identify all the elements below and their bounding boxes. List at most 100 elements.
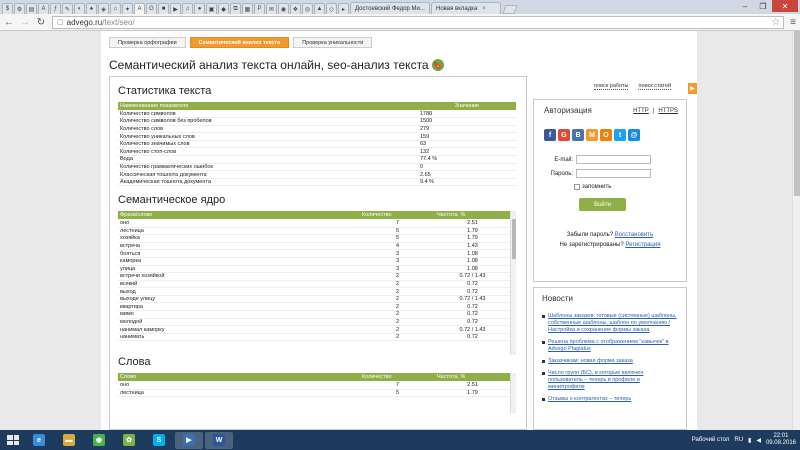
remember-checkbox[interactable] <box>574 184 580 190</box>
pinned-tab[interactable]: A <box>38 3 49 14</box>
maximize-icon[interactable]: ❐ <box>754 0 772 12</box>
network-icon[interactable]: ▮ <box>748 437 751 444</box>
reload-icon[interactable]: ↻ <box>36 17 46 28</box>
pinned-tab[interactable]: ◎ <box>302 3 313 14</box>
phrase-cell: бояться <box>118 249 360 258</box>
pinned-tab[interactable]: ♠ <box>86 3 97 14</box>
pinned-tab[interactable]: P <box>254 3 265 14</box>
window-controls: – ❐ ✕ <box>736 0 798 12</box>
pinned-tab[interactable]: ⧉ <box>230 3 241 14</box>
count-cell: 3 <box>360 249 435 258</box>
volume-icon[interactable]: ◀ <box>756 437 761 444</box>
pinned-tab[interactable]: ◆ <box>218 3 229 14</box>
pinned-tab[interactable]: ▸ <box>338 3 349 14</box>
forward-icon[interactable]: → <box>20 17 30 28</box>
pinned-tab[interactable]: ▲ <box>314 3 325 14</box>
pinned-tab[interactable]: ✎ <box>62 3 73 14</box>
email-field[interactable] <box>576 155 651 164</box>
social-login-icon[interactable]: @ <box>628 129 640 141</box>
pinned-tab[interactable]: G <box>146 3 157 14</box>
stat-value: 1780 <box>418 110 516 119</box>
social-login-icon[interactable]: t <box>614 129 626 141</box>
pinned-tab[interactable]: ▦ <box>242 3 253 14</box>
stat-name: Количество символов <box>118 110 418 119</box>
table-row: Количество стоп-слов 132 <box>118 147 516 157</box>
words-scrollbar[interactable] <box>510 373 516 414</box>
link-job-search[interactable]: поиск работы <box>594 83 629 90</box>
browser-menu-icon[interactable]: ≡ <box>790 17 796 28</box>
phrase-cell: выходе улицу <box>118 295 360 304</box>
pinned-tab[interactable]: ◐ <box>74 3 85 14</box>
social-login-icon[interactable]: f <box>544 129 556 141</box>
link-article-search[interactable]: поиск статей <box>638 83 672 90</box>
pinned-tab[interactable]: ▶ <box>170 3 181 14</box>
close-tab-icon[interactable]: × <box>482 6 486 12</box>
restore-link[interactable]: Восстановить <box>615 232 653 238</box>
pinned-tab[interactable]: ⚙ <box>14 3 25 14</box>
col-header-freq: Частота, % <box>435 373 510 382</box>
news-link[interactable]: Заказчикам: новая форма заказа <box>548 358 633 365</box>
pinned-tab[interactable]: ▤ <box>26 3 37 14</box>
table-row: нанимал каморку 2 0.72 / 1.43 <box>118 325 510 334</box>
https-link[interactable]: HTTPS <box>658 108 678 114</box>
social-login-icon[interactable]: О <box>600 129 612 141</box>
pinned-tab[interactable]: ◉ <box>278 3 289 14</box>
bullet-icon <box>542 315 545 318</box>
pinned-tab[interactable]: ƒ <box>50 3 61 14</box>
login-button[interactable]: Войти <box>579 198 626 211</box>
bookmark-star-icon[interactable]: ☆ <box>771 17 780 28</box>
browser-tab[interactable]: Достоевский Федор Ми...× <box>350 2 430 14</box>
tab-semantic-analysis[interactable]: Семантический анализ текста <box>189 37 290 48</box>
tab-spellcheck[interactable]: Проверка орфографии <box>109 37 186 48</box>
side-arrow-icon[interactable]: ▶ <box>688 83 697 94</box>
page-scrollbar[interactable] <box>792 31 800 430</box>
clock[interactable]: 22:01 09.08.2016 <box>766 433 796 447</box>
desktop-label[interactable]: Рабочий стол <box>692 437 730 443</box>
taskbar-app[interactable]: ◉ <box>85 432 113 449</box>
bookmark-icon[interactable]: 🔖 <box>431 59 444 71</box>
password-field[interactable] <box>576 169 651 178</box>
pinned-tab[interactable]: ❖ <box>290 3 301 14</box>
taskbar-app[interactable]: W <box>205 431 233 449</box>
taskbar-app[interactable]: e <box>25 432 53 449</box>
pinned-tab[interactable]: ⌂ <box>110 3 121 14</box>
stat-value: 2.65 <box>418 170 516 179</box>
address-bar[interactable]: ▢ advego.ru/text/seo/ ☆ <box>52 15 785 29</box>
social-login-icon[interactable]: G <box>558 129 570 141</box>
pinned-tab[interactable]: ♫ <box>182 3 193 14</box>
new-tab-button[interactable] <box>502 5 518 14</box>
phrase-cell: всякий <box>118 280 360 289</box>
count-cell: 2 <box>360 280 435 289</box>
news-link[interactable]: Отзывы о контрагентах – теперь <box>548 396 631 403</box>
taskbar-app[interactable]: ✿ <box>115 432 143 449</box>
http-link[interactable]: HTTP <box>633 108 649 114</box>
pinned-tab[interactable]: A <box>134 3 145 14</box>
start-button[interactable] <box>3 432 23 448</box>
news-link[interactable]: Число групп (БС), в которые включен поль… <box>548 370 678 391</box>
browser-tab[interactable]: Новая вкладка × <box>431 2 501 14</box>
back-icon[interactable]: ← <box>4 17 14 28</box>
close-window-icon[interactable]: ✕ <box>772 0 798 12</box>
pinned-tab[interactable]: ■ <box>158 3 169 14</box>
taskbar-app[interactable]: ▬ <box>55 432 83 449</box>
news-link[interactable]: Шаблоны заказов: готовые (системные) шаб… <box>548 313 678 334</box>
taskbar-app[interactable]: ▶ <box>175 431 203 449</box>
taskbar-app[interactable]: S <box>145 432 173 449</box>
tab-uniqueness[interactable]: Проверка уникальности <box>293 37 373 48</box>
remember-row: запомнить <box>574 184 676 190</box>
news-link[interactable]: Решена проблема с отображением "кавычек"… <box>548 339 678 353</box>
pinned-tab[interactable]: ◇ <box>326 3 337 14</box>
pinned-tab[interactable]: ● <box>194 3 205 14</box>
core-scrollbar[interactable] <box>510 211 516 356</box>
social-login-icon[interactable]: М <box>586 129 598 141</box>
language-indicator[interactable]: RU <box>734 437 743 443</box>
pinned-tab[interactable]: $ <box>2 3 13 14</box>
register-link[interactable]: Регистрация <box>625 242 660 248</box>
pinned-tab[interactable]: ▣ <box>206 3 217 14</box>
pinned-tab[interactable]: ✉ <box>266 3 277 14</box>
social-login-icon[interactable]: В <box>572 129 584 141</box>
minimize-icon[interactable]: – <box>736 0 754 12</box>
pinned-tab[interactable]: ◈ <box>98 3 109 14</box>
scrollbar-thumb[interactable] <box>794 31 800 196</box>
pinned-tab[interactable]: ✦ <box>122 3 133 14</box>
